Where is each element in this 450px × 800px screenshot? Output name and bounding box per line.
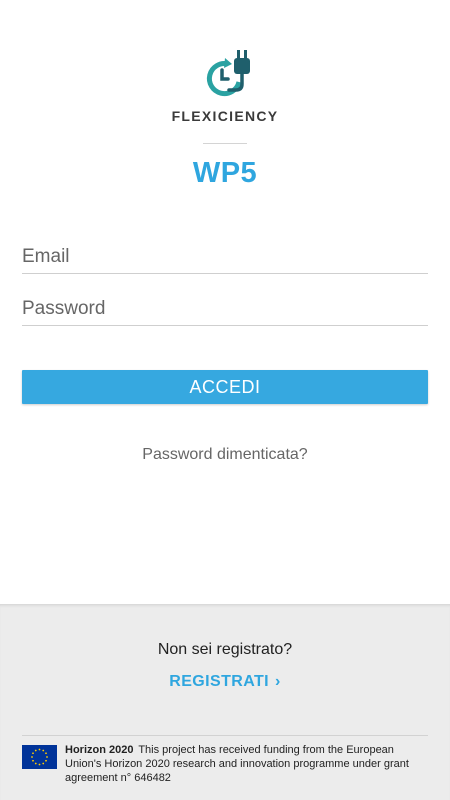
login-button[interactable]: ACCEDI (22, 370, 428, 404)
eu-star-icon (42, 749, 45, 752)
funding-notice: Horizon 2020 This project has received f… (65, 743, 430, 785)
email-field[interactable] (22, 240, 428, 274)
clock-plug-icon (206, 50, 250, 97)
forgot-password-link[interactable]: Password dimenticata? (0, 446, 450, 464)
register-prompt: Non sei registrato? (157, 641, 293, 658)
eu-star-icon (38, 748, 41, 751)
eu-star-icon (34, 762, 37, 765)
eu-star-icon (38, 763, 41, 766)
eu-star-icon (34, 749, 37, 752)
password-field[interactable] (22, 292, 428, 326)
title-divider (203, 143, 247, 144)
register-link[interactable]: REGISTRATI › (0, 673, 450, 691)
eu-star-icon (32, 752, 34, 755)
login-panel: FLEXICIENCY WP5 ACCEDI Password dimentic… (0, 0, 450, 604)
footer-divider (22, 735, 428, 736)
eu-star-icon (46, 756, 48, 758)
chevron-right-icon: › (274, 673, 281, 690)
register-link-label: REGISTRATI (169, 673, 269, 690)
brand-name: FLEXICIENCY (171, 108, 279, 124)
eu-star-icon (42, 762, 45, 765)
eu-star-icon (45, 759, 47, 762)
funding-program: Horizon 2020 (65, 744, 134, 756)
eu-star-icon (45, 752, 47, 755)
eu-star-icon (32, 759, 34, 762)
eu-flag-icon (22, 745, 57, 769)
eu-star-icon (31, 756, 33, 758)
page-title: WP5 (192, 157, 258, 189)
